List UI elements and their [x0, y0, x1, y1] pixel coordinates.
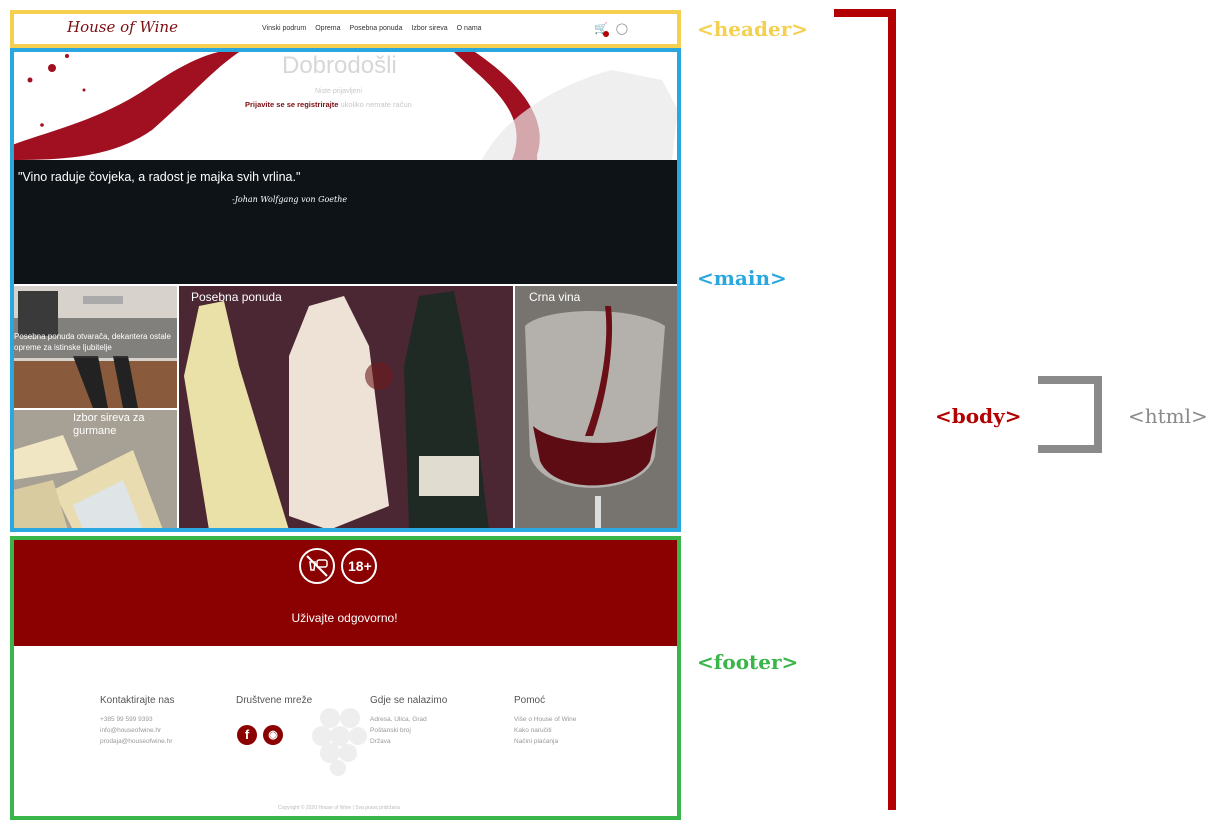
html-bracket-top [1038, 376, 1102, 384]
main-tag-label: <main> [697, 266, 787, 290]
html-tag-label: <html> [1128, 404, 1208, 428]
html-bracket-bottom [1038, 445, 1102, 453]
main-outline [10, 48, 681, 532]
body-bracket-line [888, 9, 896, 810]
header-outline [10, 10, 681, 48]
footer-outline [10, 536, 681, 820]
body-bracket-top [834, 9, 896, 17]
html-bracket-line [1094, 376, 1102, 453]
body-tag-label: <body> [935, 404, 1022, 428]
header-tag-label: <header> [697, 17, 808, 41]
footer-tag-label: <footer> [697, 650, 799, 674]
